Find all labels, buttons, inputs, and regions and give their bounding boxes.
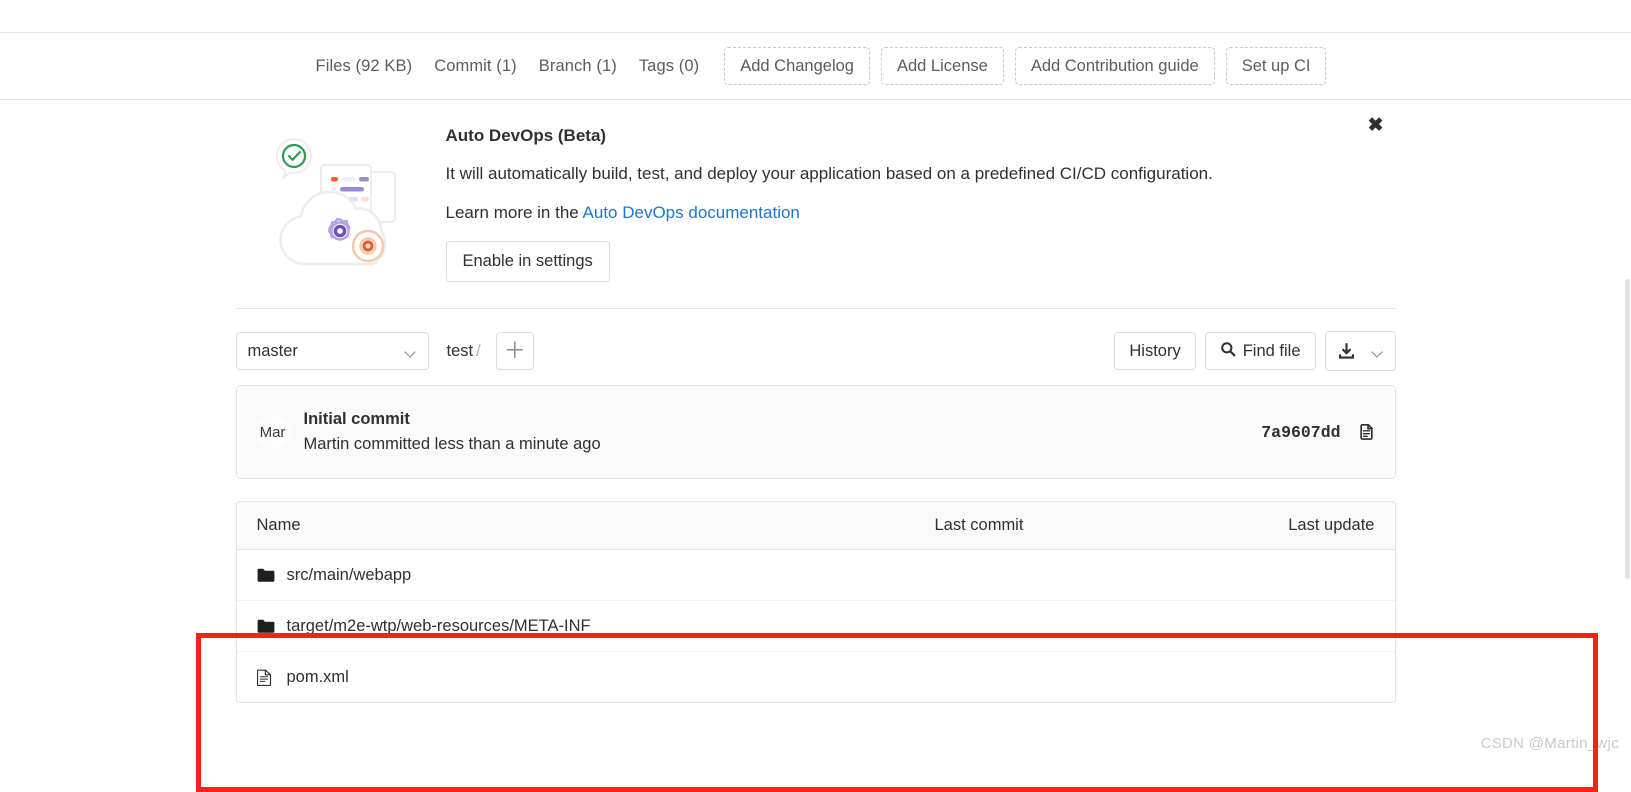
repo-stat-commit[interactable]: Commit (1): [423, 57, 528, 76]
watermark: CSDN @Martin_wjc: [1480, 735, 1619, 752]
commit-text: Initial commit Martin committed less tha…: [304, 410, 1262, 454]
table-row[interactable]: src/main/webapp: [236, 550, 1395, 602]
download-dropdown-caret[interactable]: [1366, 332, 1395, 371]
repo-stat-tags[interactable]: Tags (0): [628, 57, 710, 76]
avatar[interactable]: Mar: [255, 415, 290, 450]
set-up-ci-button[interactable]: Set up CI: [1225, 46, 1327, 86]
commit-sha[interactable]: 7a9607dd: [1261, 423, 1340, 442]
file-tree-row-name[interactable]: src/main/webapp: [287, 566, 935, 585]
add-license-button[interactable]: Add License: [880, 46, 1004, 86]
auto-devops-learn-more: Learn more in the Auto DevOps documentat…: [446, 203, 1396, 223]
table-row[interactable]: pom.xml: [236, 652, 1395, 703]
column-header-last-commit: Last commit: [934, 516, 1024, 535]
auto-devops-documentation-link[interactable]: Auto DevOps documentation: [583, 203, 800, 222]
commit-title[interactable]: Initial commit: [304, 410, 1262, 429]
auto-devops-description: It will automatically build, test, and d…: [445, 164, 1213, 183]
content-container: Auto DevOps (Beta) It will automatically…: [235, 100, 1396, 704]
search-icon: [1220, 341, 1236, 362]
chevron-down-icon: [406, 348, 417, 355]
page-body: Auto DevOps (Beta) It will automatically…: [0, 100, 1631, 792]
file-tree-row-name[interactable]: target/m2e-wtp/web-resources/META-INF: [287, 617, 935, 636]
last-commit-box: Mar Initial commit Martin committed less…: [235, 385, 1396, 480]
branch-selector[interactable]: master: [235, 332, 429, 371]
breadcrumb-item-root[interactable]: test: [447, 342, 474, 360]
scrollbar-track[interactable]: [1625, 99, 1631, 762]
folder-icon: [257, 619, 277, 634]
find-file-button-label: Find file: [1242, 341, 1301, 360]
add-changelog-button[interactable]: Add Changelog: [724, 46, 870, 86]
file-browser-toolbar: master test / ＋ History Find file: [235, 309, 1396, 385]
file-tree-row-name[interactable]: pom.xml: [287, 668, 935, 687]
folder-icon: [257, 568, 277, 583]
enable-in-settings-button[interactable]: Enable in settings: [445, 240, 610, 283]
repo-stats-navbar: Files (92 KB) Commit (1) Branch (1) Tags…: [0, 33, 1631, 100]
learn-more-prefix: Learn more in the: [445, 202, 583, 222]
download-source-group: [1324, 331, 1396, 372]
auto-devops-text: Auto DevOps (Beta) It will automatically…: [436, 126, 1396, 283]
copy-icon[interactable]: [1357, 423, 1376, 442]
file-icon: [256, 669, 277, 686]
commit-author-time: Martin committed less than a minute ago: [303, 435, 601, 454]
column-header-name: Name: [256, 516, 301, 535]
table-row[interactable]: target/m2e-wtp/web-resources/META-INF: [236, 601, 1395, 653]
branch-selector-value: master: [247, 341, 298, 360]
repo-stat-files[interactable]: Files (92 KB): [305, 57, 424, 76]
download-icon[interactable]: [1325, 332, 1367, 371]
auto-devops-banner: Auto DevOps (Beta) It will automatically…: [235, 100, 1396, 310]
auto-devops-title: Auto DevOps (Beta): [445, 126, 607, 145]
history-button-label: History: [1129, 341, 1181, 360]
add-contribution-guide-button[interactable]: Add Contribution guide: [1014, 46, 1215, 86]
scrollbar-thumb[interactable]: [1625, 279, 1630, 579]
chevron-down-icon: [1373, 348, 1384, 355]
column-header-last-update: Last update: [1288, 516, 1375, 535]
top-strip: [0, 0, 1631, 33]
breadcrumb: test /: [447, 342, 484, 361]
file-tree-table: Name Last commit Last update src/main/we…: [235, 501, 1396, 704]
history-button[interactable]: History: [1114, 332, 1196, 371]
close-icon[interactable]: ✖: [1364, 112, 1388, 139]
toolbar-right-actions: History Find file: [1105, 331, 1396, 372]
add-to-repository-button[interactable]: ＋: [495, 332, 534, 371]
auto-devops-illustration: [236, 126, 436, 272]
breadcrumb-separator: /: [476, 341, 481, 360]
repo-stat-branch[interactable]: Branch (1): [528, 57, 628, 76]
find-file-button[interactable]: Find file: [1204, 332, 1316, 371]
file-tree-header: Name Last commit Last update: [236, 502, 1395, 551]
